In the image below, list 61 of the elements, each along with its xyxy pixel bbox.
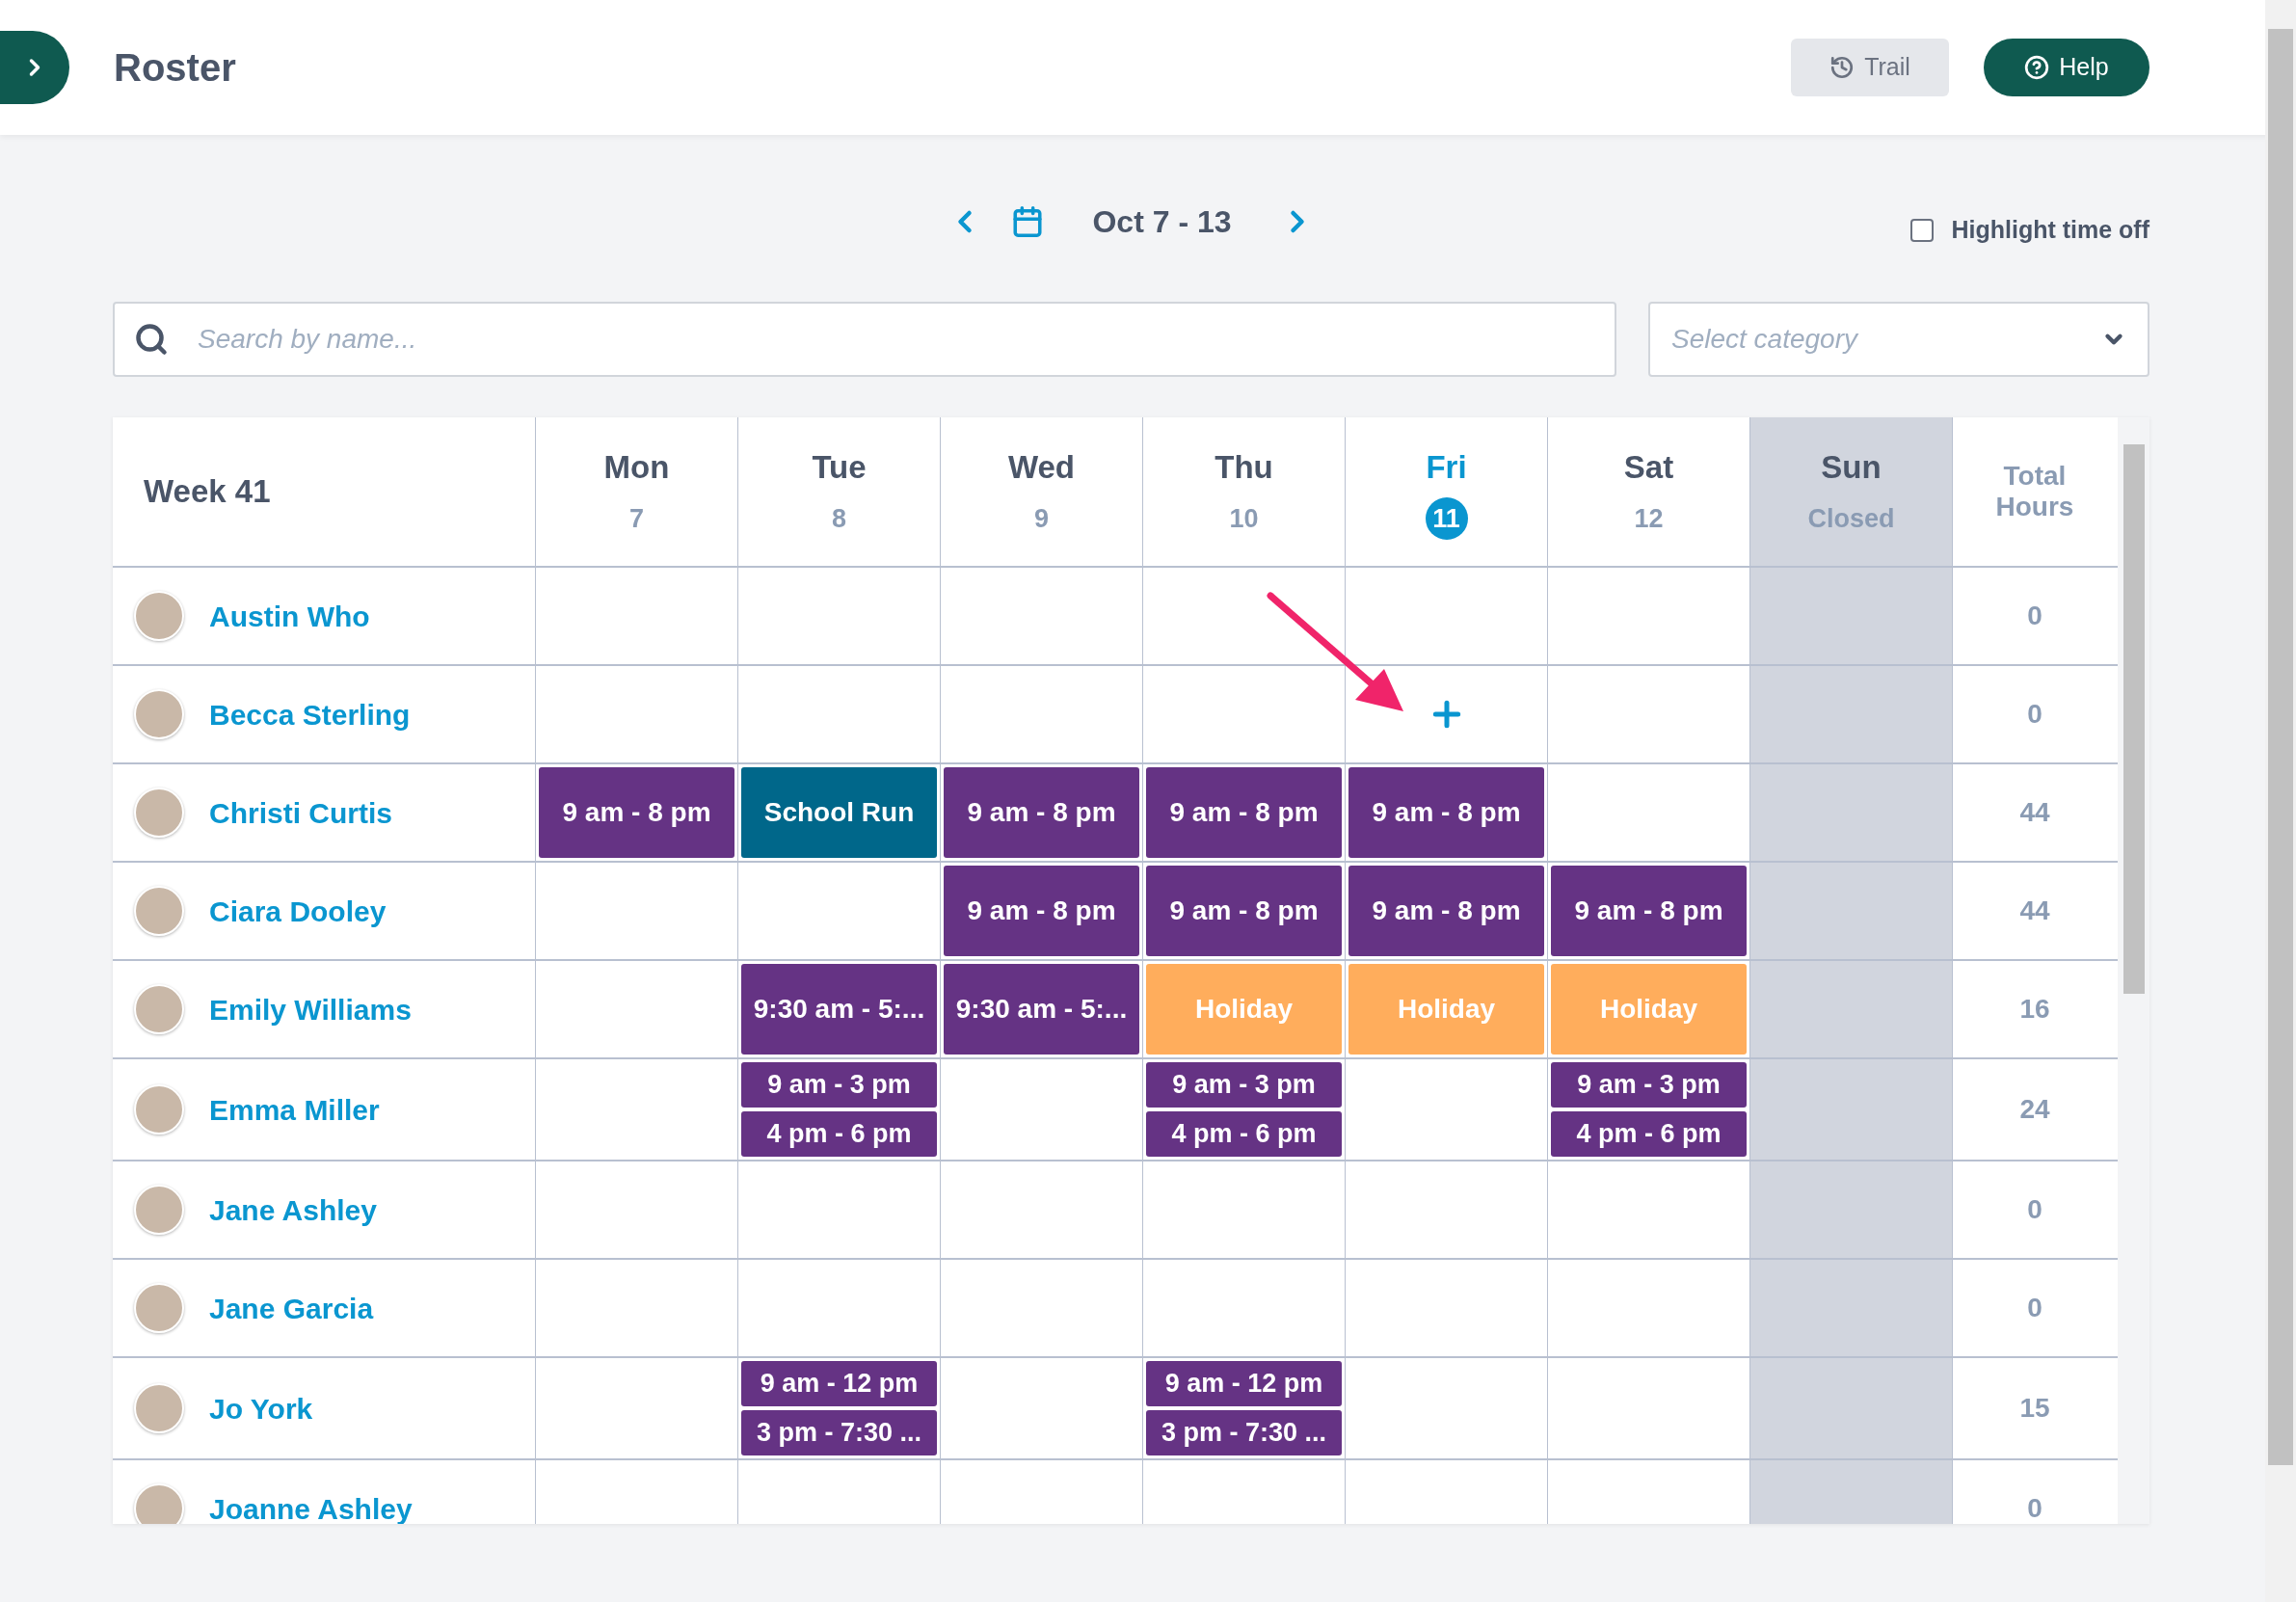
shift-block[interactable]: 9 am - 8 pm xyxy=(1551,866,1747,956)
avatar xyxy=(134,984,184,1034)
search-icon xyxy=(134,322,169,357)
total-hours: 0 xyxy=(2027,600,2042,632)
day-header: Wed 9 xyxy=(941,417,1143,566)
trail-button[interactable]: Trail xyxy=(1791,39,1949,96)
help-icon xyxy=(2024,55,2050,80)
week-range: Oct 7 - 13 xyxy=(1091,203,1233,241)
sidebar-toggle-button[interactable] xyxy=(0,31,69,104)
shift-block[interactable]: 9 am - 8 pm xyxy=(1348,866,1544,956)
total-hours: 24 xyxy=(2019,1093,2050,1126)
shift-block[interactable]: 9 am - 3 pm xyxy=(741,1062,937,1108)
task-block[interactable]: School Run xyxy=(741,767,937,858)
shift-block[interactable]: 9 am - 12 pm xyxy=(741,1361,937,1406)
page-scrollbar[interactable] xyxy=(2265,0,2296,1602)
shift-block[interactable]: 9 am - 8 pm xyxy=(539,767,734,858)
shift-block[interactable]: 9 am - 3 pm xyxy=(1146,1062,1342,1108)
shift-block[interactable]: 9 am - 12 pm xyxy=(1146,1361,1342,1406)
page-title: Roster xyxy=(114,45,236,91)
total-hours: 44 xyxy=(2019,796,2050,829)
day-header: Thu 10 xyxy=(1143,417,1346,566)
shift-block[interactable]: 9:30 am - 5:... xyxy=(944,964,1139,1055)
shift-block[interactable]: 4 pm - 6 pm xyxy=(1146,1111,1342,1157)
calendar-icon[interactable] xyxy=(1011,205,1045,238)
total-hours: 0 xyxy=(2027,1193,2042,1226)
shift-block[interactable]: 9 am - 8 pm xyxy=(944,767,1139,858)
table-scrollbar[interactable] xyxy=(2118,417,2149,1524)
history-icon xyxy=(1829,55,1855,80)
shift-block[interactable]: 9 am - 8 pm xyxy=(1146,866,1342,956)
day-header: Mon 7 xyxy=(536,417,738,566)
day-header: Sun Closed xyxy=(1750,417,1953,566)
shift-block[interactable]: 9 am - 8 pm xyxy=(1146,767,1342,858)
total-hours: 44 xyxy=(2019,894,2050,927)
avatar xyxy=(134,886,184,936)
help-button[interactable]: Help xyxy=(1984,39,2149,96)
avatar xyxy=(134,689,184,739)
avatar xyxy=(134,1383,184,1433)
avatar xyxy=(134,1185,184,1235)
total-hours-header: Total Hours xyxy=(1994,461,2075,522)
day-header: Fri 11 xyxy=(1346,417,1548,566)
day-header: Tue 8 xyxy=(738,417,941,566)
total-hours: 0 xyxy=(2027,1492,2042,1524)
checkbox-label: Highlight time off xyxy=(1951,215,2149,245)
highlight-checkbox[interactable] xyxy=(1910,218,1935,242)
shift-block[interactable]: 9 am - 8 pm xyxy=(1348,767,1544,858)
shift-block[interactable]: 3 pm - 7:30 ... xyxy=(1146,1410,1342,1455)
total-hours: 16 xyxy=(2019,993,2050,1026)
avatar xyxy=(134,788,184,838)
shift-block[interactable]: 3 pm - 7:30 ... xyxy=(741,1410,937,1455)
avatar xyxy=(134,591,184,641)
shift-block[interactable]: 4 pm - 6 pm xyxy=(1551,1111,1747,1157)
shift-block[interactable]: 4 pm - 6 pm xyxy=(741,1111,937,1157)
total-hours: 0 xyxy=(2027,698,2042,731)
shift-block[interactable]: 9 am - 3 pm xyxy=(1551,1062,1747,1108)
avatar xyxy=(134,1283,184,1333)
week-label: Week 41 xyxy=(144,472,271,512)
shift-block[interactable]: 9:30 am - 5:... xyxy=(741,964,937,1055)
total-hours: 15 xyxy=(2019,1392,2050,1425)
avatar xyxy=(134,1084,184,1135)
shift-block[interactable]: 9 am - 8 pm xyxy=(944,866,1139,956)
total-hours: 0 xyxy=(2027,1292,2042,1324)
